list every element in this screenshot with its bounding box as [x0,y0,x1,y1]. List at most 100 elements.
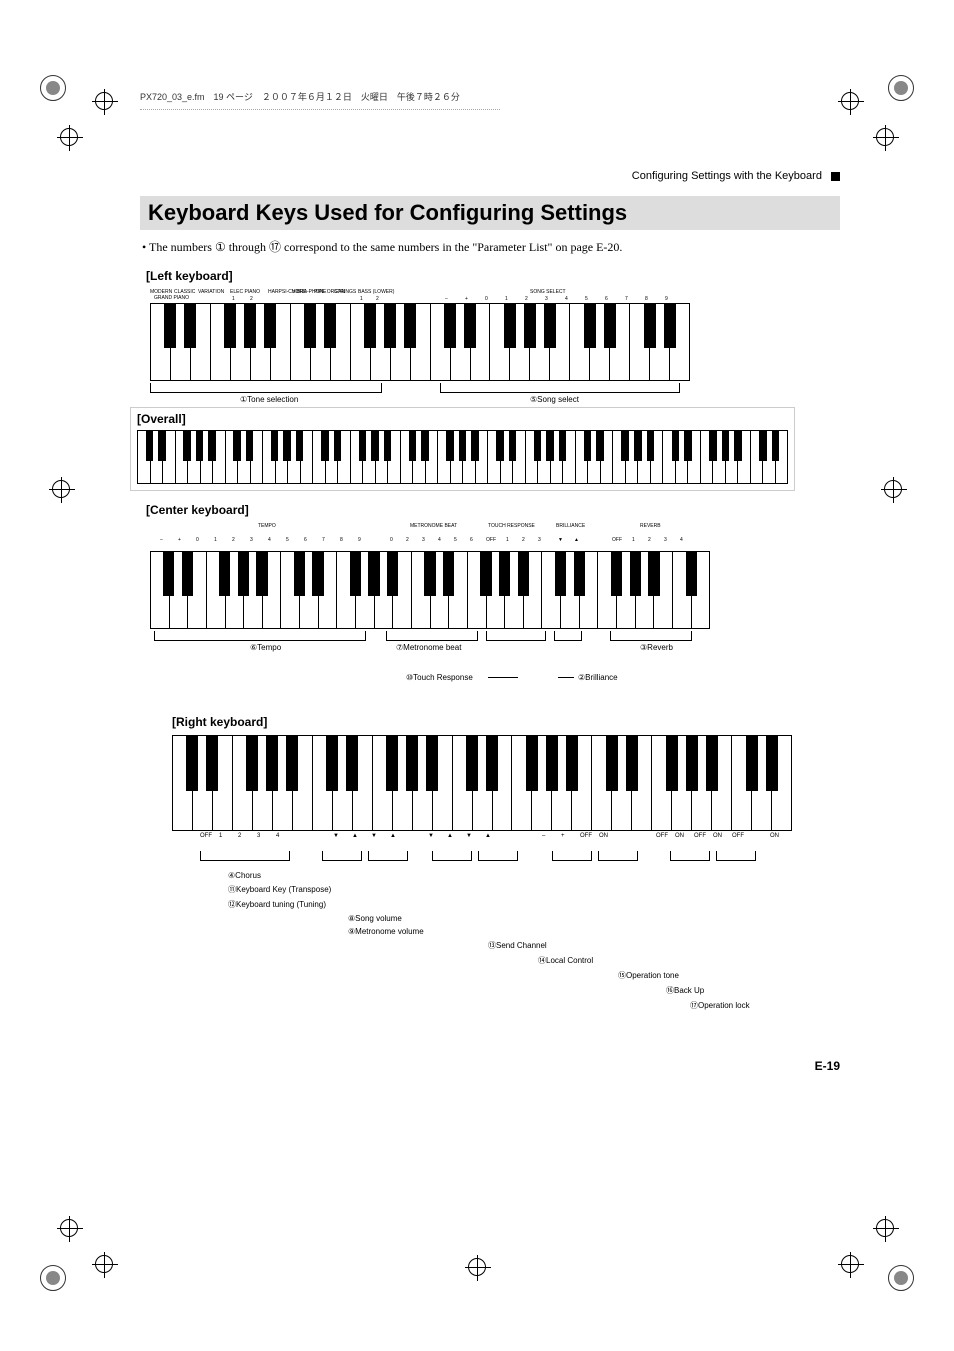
lbl: 3 [538,537,541,543]
under-label: ▲ [447,833,453,839]
under-label: – [542,833,545,839]
lbl: – [445,296,448,302]
lbl: 6 [470,537,473,543]
lbl: ELEC PIANO [230,289,260,295]
under-label: ON [770,833,779,839]
lbl: 0 [485,296,488,302]
lbl: STRINGS [334,289,356,295]
callout: ④Chorus [228,871,261,880]
lbl: VARIATION [198,289,224,295]
lbl: 3 [664,537,667,543]
callout: ⑤Song select [530,395,579,404]
lbl: CLASSIC [174,289,195,295]
under-label: 4 [276,833,279,839]
under-label: + [561,833,565,839]
page-number: E-19 [815,1059,840,1073]
callout: ③Reverb [640,643,673,652]
lbl: 4 [565,296,568,302]
callout: ⑩Touch Response [406,673,473,682]
lbl: 4 [268,537,271,543]
lbl: 2 [232,537,235,543]
under-label: 2 [238,833,241,839]
lbl: + [465,296,468,302]
under-label: 1 [219,833,222,839]
lbl: 2 [250,296,253,302]
lbl: TEMPO [258,523,276,529]
lbl: 1 [214,537,217,543]
lbl: BASS (LOWER) [358,289,394,295]
under-label: ▼ [428,833,434,839]
lbl: + [178,537,181,543]
callout: ⑮Operation tone [618,971,679,980]
lbl: SONG SELECT [530,289,566,295]
lbl: 8 [340,537,343,543]
lbl: 9 [665,296,668,302]
lbl: 3 [545,296,548,302]
callout: ⑥Tempo [250,643,281,652]
lbl: OFF [486,537,496,543]
lbl: 5 [585,296,588,302]
running-header: Configuring Settings with the Keyboard [632,170,822,182]
lbl: – [160,537,163,543]
section-center: [Center keyboard] [146,503,840,517]
under-label: ON [599,833,608,839]
lbl: 4 [438,537,441,543]
lbl: GRAND PIANO [154,295,189,301]
lbl: 2 [522,537,525,543]
callout: ⑭Local Control [538,956,593,965]
lbl: 8 [645,296,648,302]
under-label: OFF [200,833,212,839]
under-label: ▲ [485,833,491,839]
callout: ⑬Send Channel [488,941,547,950]
under-label: ▼ [371,833,377,839]
lbl: BRILLIANCE [556,523,585,529]
lbl: OFF [612,537,622,543]
lbl: 1 [632,537,635,543]
lbl: REVERB [640,523,661,529]
callout: ⑫Keyboard tuning (Tuning) [228,900,326,909]
lbl: 5 [454,537,457,543]
callout: ⑨Metronome volume [348,927,424,936]
lbl: ▲ [574,537,579,543]
lbl: MODERN [150,289,172,295]
lbl: 1 [506,537,509,543]
lbl: 1 [232,296,235,302]
lbl: 6 [605,296,608,302]
lbl: 0 [196,537,199,543]
lbl: 2 [525,296,528,302]
callout: ⑪Keyboard Key (Transpose) [228,885,331,894]
lbl: 3 [250,537,253,543]
callout: ⑰Operation lock [690,1001,750,1010]
under-label: OFF [580,833,592,839]
callout: ①Tone selection [240,395,298,404]
lbl: 4 [680,537,683,543]
lbl: 1 [360,296,363,302]
lbl: 6 [304,537,307,543]
lbl: 9 [358,537,361,543]
left-keyboard [150,303,690,381]
under-label: OFF [694,833,706,839]
under-label: ON [713,833,722,839]
under-label: OFF [732,833,744,839]
lbl: TOUCH RESPONSE [488,523,535,529]
callout: ②Brilliance [578,673,618,682]
overall-keyboard [137,430,788,484]
page-title: Keyboard Keys Used for Configuring Setti… [140,196,840,230]
intro-bullet: • The numbers ① through ⑰ correspond to … [140,238,840,255]
lbl: 3 [422,537,425,543]
lbl: 7 [625,296,628,302]
under-label: ▼ [466,833,472,839]
center-keyboard [150,551,710,629]
right-keyboard [172,735,792,831]
lbl: 2 [376,296,379,302]
under-label: ▼ [333,833,339,839]
lbl: 0 [390,537,393,543]
under-label: ON [675,833,684,839]
under-label: 3 [257,833,260,839]
under-label: ▲ [390,833,396,839]
lbl: 2 [406,537,409,543]
lbl: 2 [648,537,651,543]
lbl: 7 [322,537,325,543]
lbl: 1 [505,296,508,302]
section-left: [Left keyboard] [146,269,840,283]
